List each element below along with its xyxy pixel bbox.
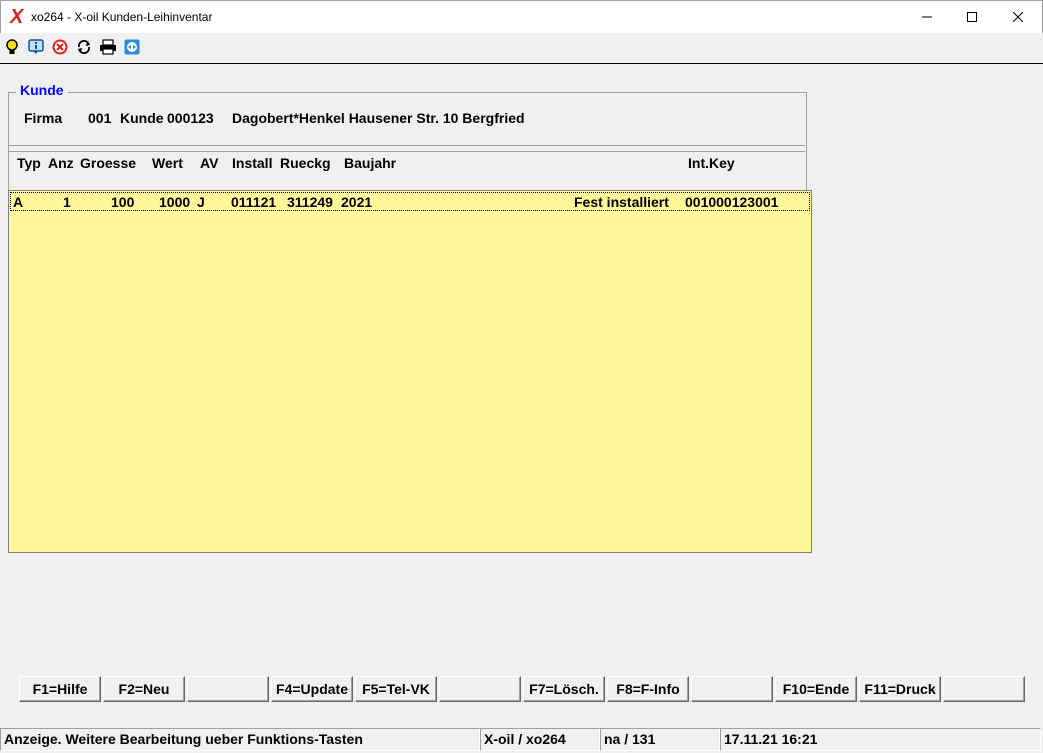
customer-group-legend: Kunde xyxy=(16,82,68,98)
f1-help-button[interactable]: F1=Hilfe xyxy=(19,676,101,702)
minimize-button[interactable] xyxy=(904,1,950,33)
f10-end-button[interactable]: F10=Ende xyxy=(775,676,857,702)
kunde-value: 000123 xyxy=(167,110,214,126)
window-title: xo264 - X-oil Kunden-Leihinventar xyxy=(31,10,213,24)
status-user: na / 131 xyxy=(600,728,720,751)
cell-anz: 1 xyxy=(63,194,71,210)
status-datetime: 17.11.21 16:21 xyxy=(720,728,1041,751)
cell-intkey: 001000123001 xyxy=(685,194,779,210)
f9-empty-button[interactable] xyxy=(691,676,773,702)
cell-wert: 1000 xyxy=(159,194,191,210)
f8-f-info-button[interactable]: F8=F-Info xyxy=(607,676,689,702)
maximize-button[interactable] xyxy=(949,1,995,33)
column-header-rueckg: Rueckg xyxy=(280,155,331,171)
kunde-label: Kunde xyxy=(120,110,164,126)
toolbar xyxy=(0,33,1043,64)
f11-print-button[interactable]: F11=Druck xyxy=(859,676,941,702)
column-header-intkey: Int.Key xyxy=(688,155,735,171)
teamviewer-icon[interactable] xyxy=(123,38,141,56)
column-header-wert: Wert xyxy=(152,155,183,171)
cell-groesse: 100 xyxy=(111,194,135,210)
cell-typ: A xyxy=(13,194,24,210)
f5-tel-vk-button[interactable]: F5=Tel-VK xyxy=(355,676,437,702)
print-icon[interactable] xyxy=(99,38,117,56)
cell-av: J xyxy=(197,194,205,210)
title-bar: X xo264 - X-oil Kunden-Leihinventar xyxy=(0,0,1043,33)
status-program: X-oil / xo264 xyxy=(480,728,600,751)
minimize-icon xyxy=(922,16,932,18)
refresh-icon[interactable] xyxy=(75,38,93,56)
column-header-anz: Anz xyxy=(48,155,74,171)
cell-baujahr: 2021 xyxy=(341,194,373,210)
f6-empty-button[interactable] xyxy=(439,676,521,702)
status-message: Anzeige. Weitere Bearbeitung ueber Funkt… xyxy=(0,728,480,751)
firma-value: 001 xyxy=(88,110,112,126)
cell-install: 011121 xyxy=(231,194,277,210)
cell-rueckg: 311249 xyxy=(287,194,333,210)
close-icon xyxy=(1013,12,1023,22)
close-button[interactable] xyxy=(995,1,1041,33)
maximize-icon xyxy=(967,12,977,22)
app-logo-icon: X xyxy=(10,6,24,28)
cancel-icon[interactable] xyxy=(51,38,69,56)
firma-label: Firma xyxy=(24,110,63,126)
f4-update-button[interactable]: F4=Update xyxy=(271,676,353,702)
info-icon[interactable] xyxy=(27,38,45,56)
table-row[interactable]: A 1 100 1000 J 011121 311249 2021 Fest i… xyxy=(10,192,810,211)
column-header-av: AV xyxy=(200,155,219,171)
lightbulb-icon[interactable] xyxy=(3,38,21,56)
separator-line xyxy=(9,151,805,152)
f2-new-button[interactable]: F2=Neu xyxy=(103,676,185,702)
customer-groupbox xyxy=(8,92,807,191)
cell-status: Fest installiert xyxy=(574,194,669,210)
column-header-baujahr: Baujahr xyxy=(344,155,397,171)
column-header-groesse: Groesse xyxy=(80,155,137,171)
separator-line xyxy=(9,145,805,146)
column-header-typ: Typ xyxy=(17,155,41,171)
f3-empty-button[interactable] xyxy=(187,676,269,702)
f7-delete-button[interactable]: F7=Lösch. xyxy=(523,676,605,702)
inventory-list[interactable]: A 1 100 1000 J 011121 311249 2021 Fest i… xyxy=(8,190,812,553)
f12-empty-button[interactable] xyxy=(943,676,1025,702)
column-header-install: Install xyxy=(232,155,273,171)
customer-name: Dagobert*Henkel Hausener Str. 10 Bergfri… xyxy=(232,110,525,126)
